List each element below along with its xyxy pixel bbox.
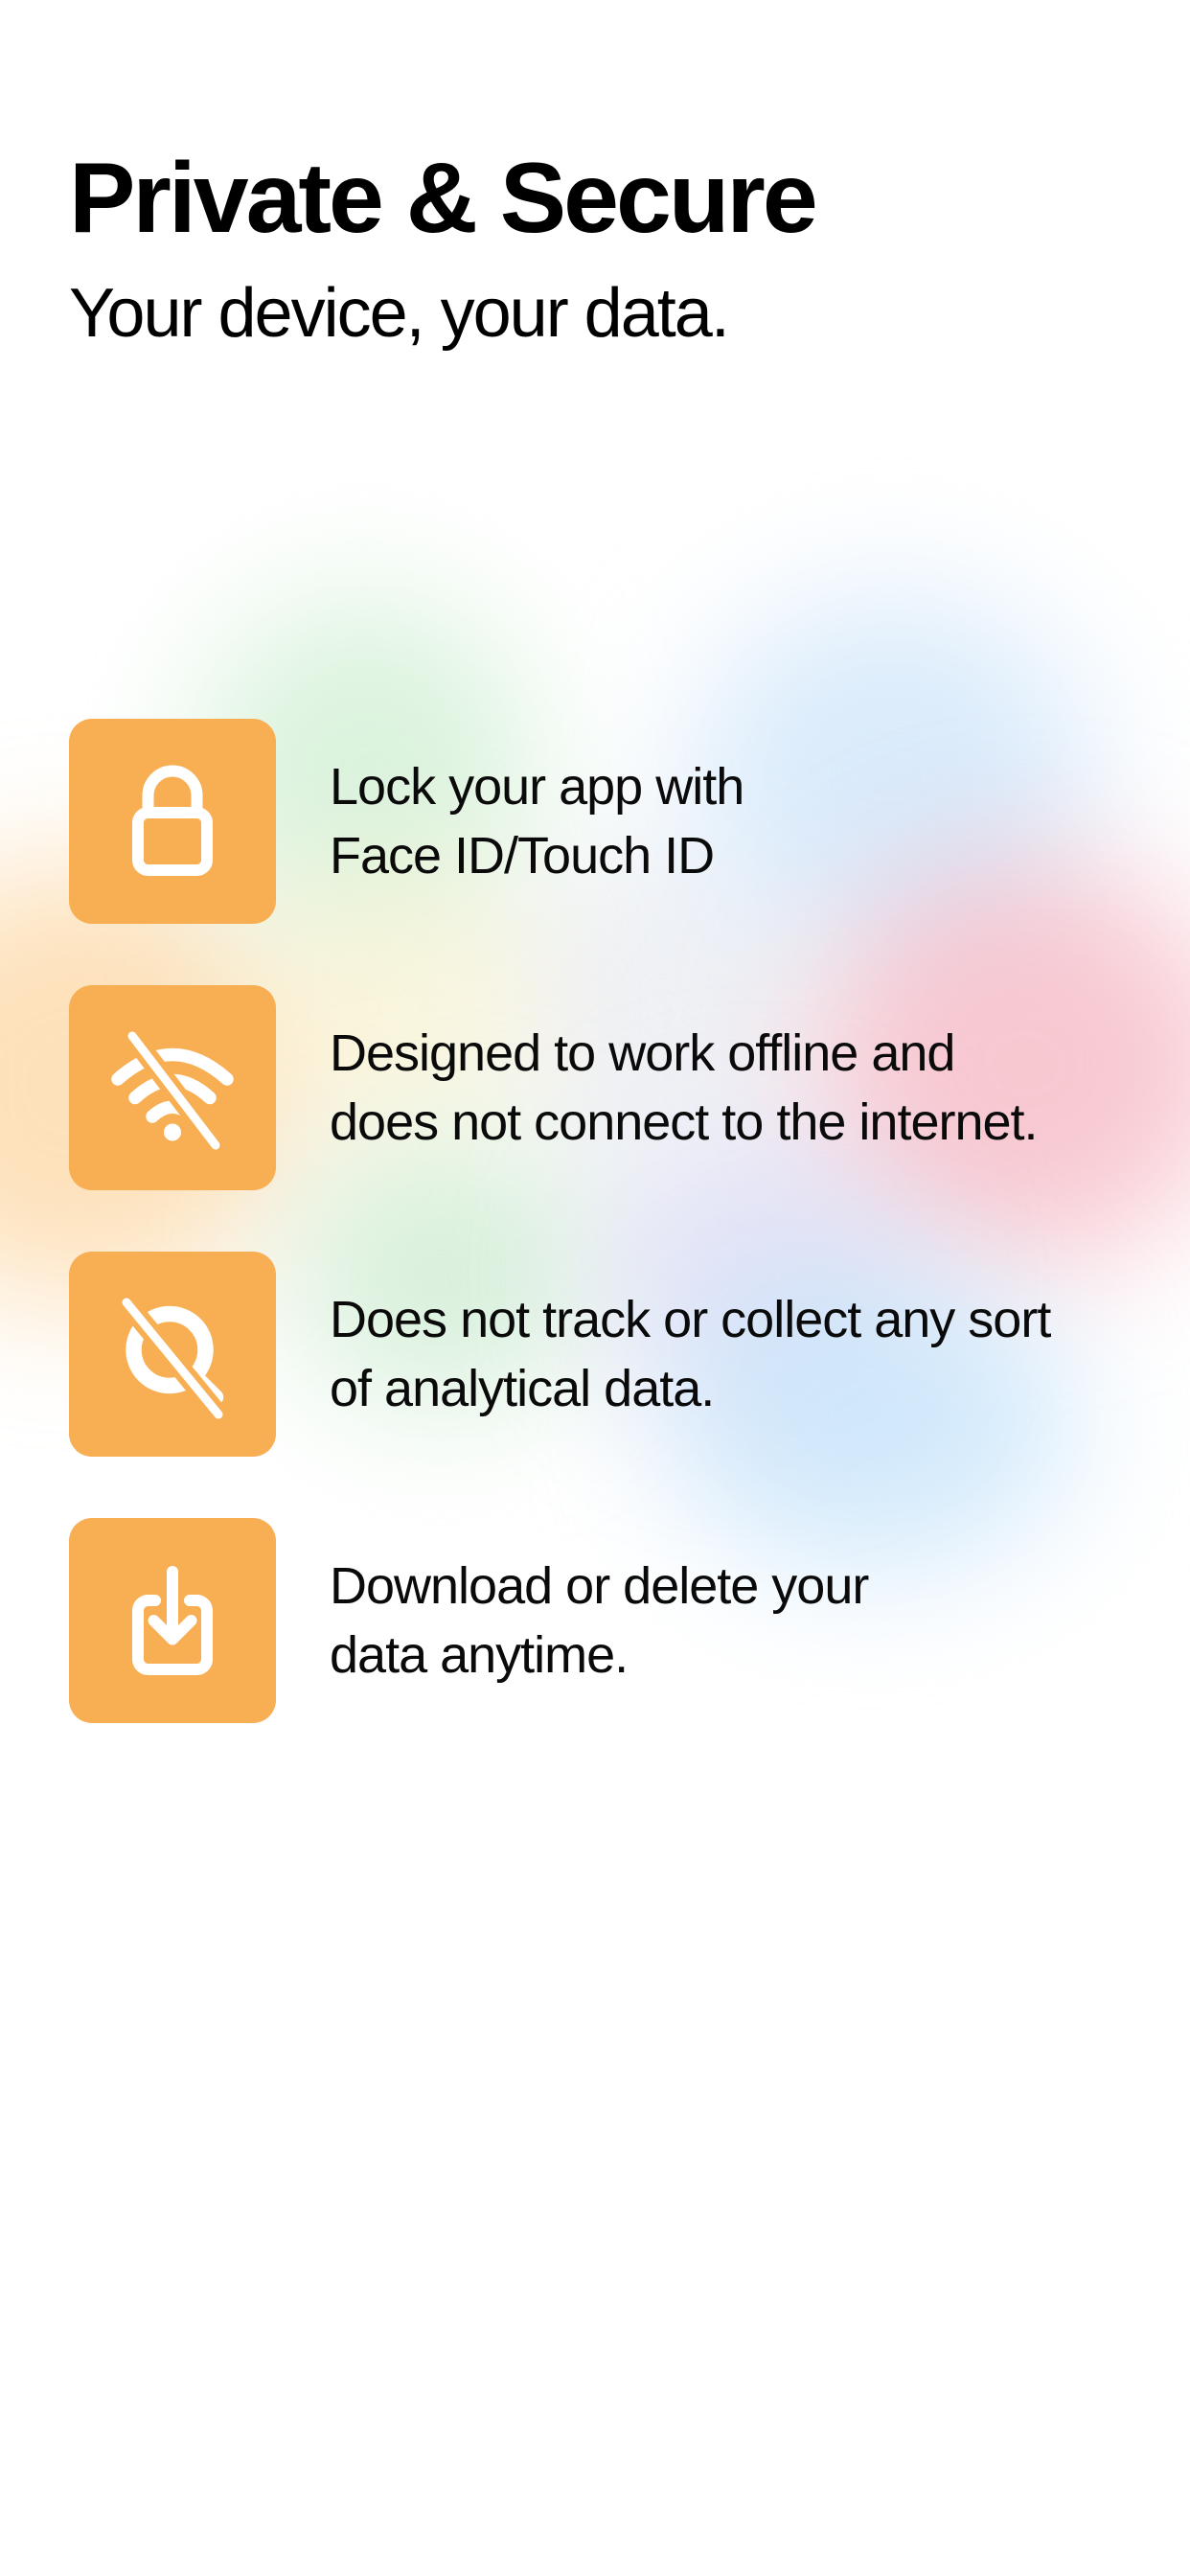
feature-item-download: Download or delete your data anytime. <box>69 1518 1152 1723</box>
feature-icon-tile <box>69 719 276 924</box>
feature-icon-tile <box>69 1518 276 1723</box>
feature-text: Does not track or collect any sort of an… <box>330 1291 1051 1417</box>
download-icon <box>132 1566 213 1675</box>
feature-item-offline: Designed to work offline and does not co… <box>69 985 1152 1190</box>
no-tracking-icon <box>116 1292 229 1425</box>
feature-item-lock: Lock your app with Face ID/Touch ID <box>69 719 1152 924</box>
lock-icon <box>132 765 213 876</box>
feature-icon-tile <box>69 985 276 1190</box>
feature-list: Lock your app with Face ID/Touch ID Desi… <box>69 719 1152 1784</box>
wifi-off-icon <box>111 1025 234 1156</box>
privacy-screen: Private & Secure Your device, your data.… <box>0 0 1190 2576</box>
feature-text: Designed to work offline and does not co… <box>330 1024 1039 1151</box>
feature-item-no-tracking: Does not track or collect any sort of an… <box>69 1252 1152 1457</box>
page-title: Private & Secure <box>69 143 818 254</box>
page-subtitle: Your device, your data. <box>69 275 730 352</box>
feature-icon-tile <box>69 1252 276 1457</box>
feature-text: Lock your app with Face ID/Touch ID <box>330 758 744 885</box>
feature-text: Download or delete your data anytime. <box>330 1557 869 1684</box>
